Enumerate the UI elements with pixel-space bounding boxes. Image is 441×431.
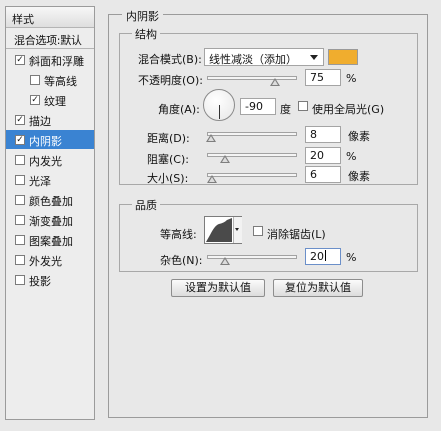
- opacity-slider[interactable]: [207, 76, 297, 80]
- distance-field[interactable]: 8: [305, 126, 341, 143]
- style-item-label: 光泽: [29, 175, 51, 188]
- text-caret: [325, 250, 326, 261]
- distance-slider[interactable]: [207, 132, 297, 136]
- blend-mode-value: 线性减淡（添加）: [209, 53, 297, 66]
- distance-unit: 像素: [348, 130, 370, 143]
- noise-slider-thumb[interactable]: [220, 257, 230, 265]
- opacity-slider-thumb[interactable]: [270, 78, 280, 86]
- distance-slider-thumb[interactable]: [206, 134, 216, 142]
- size-slider-thumb[interactable]: [207, 175, 217, 183]
- angle-field[interactable]: -90: [240, 98, 276, 115]
- style-item[interactable]: 描边: [6, 110, 94, 129]
- style-item-checkbox[interactable]: [15, 55, 25, 65]
- noise-value: 20: [310, 250, 324, 263]
- opacity-field[interactable]: 75: [305, 69, 341, 86]
- noise-unit: %: [346, 251, 357, 264]
- style-item-label: 内发光: [29, 155, 62, 168]
- style-item[interactable]: 等高线: [6, 70, 94, 89]
- chevron-down-icon: [310, 55, 318, 60]
- size-field[interactable]: 6: [305, 166, 341, 183]
- opacity-label: 不透明度(O):: [138, 74, 203, 87]
- noise-label: 杂色(N):: [160, 254, 203, 267]
- global-light-checkbox[interactable]: [298, 101, 308, 111]
- choke-label: 阻塞(C):: [147, 153, 189, 166]
- style-item[interactable]: 斜面和浮雕: [6, 50, 94, 69]
- choke-slider-thumb[interactable]: [220, 155, 230, 163]
- style-item-label: 渐变叠加: [29, 215, 73, 228]
- structure-title: 结构: [132, 26, 160, 42]
- style-item[interactable]: 内发光: [6, 150, 94, 169]
- style-item[interactable]: 投影: [6, 270, 94, 289]
- style-item-checkbox[interactable]: [15, 235, 25, 245]
- quality-title: 品质: [132, 197, 160, 213]
- style-item-label: 描边: [29, 115, 51, 128]
- panel-title: 内阴影: [122, 8, 163, 24]
- style-item-label: 图案叠加: [29, 235, 73, 248]
- style-item[interactable]: 纹理: [6, 90, 94, 109]
- style-item-label: 纹理: [44, 95, 66, 108]
- angle-dial-needle: [219, 105, 220, 119]
- size-unit: 像素: [348, 170, 370, 183]
- antialias-label: 消除锯齿(L): [267, 228, 326, 241]
- shadow-color-swatch[interactable]: [328, 49, 358, 65]
- styles-sidebar: 样式 混合选项:默认 斜面和浮雕等高线纹理描边内阴影内发光光泽颜色叠加渐变叠加图…: [5, 6, 95, 420]
- style-item-checkbox[interactable]: [30, 95, 40, 105]
- style-item[interactable]: 图案叠加: [6, 230, 94, 249]
- style-item[interactable]: 光泽: [6, 170, 94, 189]
- style-item-checkbox[interactable]: [15, 275, 25, 285]
- opacity-unit: %: [346, 72, 357, 85]
- antialias-checkbox[interactable]: [253, 226, 263, 236]
- style-item[interactable]: 内阴影: [6, 130, 94, 149]
- angle-unit: 度: [280, 103, 291, 116]
- chevron-down-icon: [235, 228, 239, 231]
- blend-options-label: 混合选项:默认: [14, 34, 82, 47]
- style-item-label: 内阴影: [29, 135, 62, 148]
- size-label: 大小(S):: [147, 172, 189, 185]
- style-item-label: 颜色叠加: [29, 195, 73, 208]
- style-item-checkbox[interactable]: [15, 255, 25, 265]
- style-item-checkbox[interactable]: [15, 175, 25, 185]
- styles-header: 样式: [6, 7, 94, 28]
- distance-label: 距离(D):: [147, 132, 190, 145]
- styles-header-label: 样式: [12, 13, 34, 26]
- contour-picker[interactable]: [204, 216, 242, 244]
- noise-field[interactable]: 20: [305, 248, 341, 265]
- style-item-checkbox[interactable]: [15, 115, 25, 125]
- blend-mode-label: 混合模式(B):: [138, 53, 202, 66]
- global-light-label: 使用全局光(G): [312, 103, 385, 116]
- style-item[interactable]: 渐变叠加: [6, 210, 94, 229]
- choke-field[interactable]: 20: [305, 147, 341, 164]
- choke-unit: %: [346, 150, 357, 163]
- reset-default-button[interactable]: 复位为默认值: [273, 279, 363, 297]
- size-slider[interactable]: [207, 173, 297, 177]
- make-default-button[interactable]: 设置为默认值: [171, 279, 265, 297]
- style-item-checkbox[interactable]: [15, 155, 25, 165]
- blend-options-default[interactable]: 混合选项:默认: [6, 28, 94, 49]
- contour-label: 等高线:: [160, 228, 197, 241]
- angle-dial[interactable]: [203, 89, 235, 121]
- blend-mode-select[interactable]: 线性减淡（添加）: [204, 48, 324, 66]
- style-item-checkbox[interactable]: [15, 195, 25, 205]
- style-item[interactable]: 外发光: [6, 250, 94, 269]
- style-item[interactable]: 颜色叠加: [6, 190, 94, 209]
- style-item-label: 等高线: [44, 75, 77, 88]
- style-item-checkbox[interactable]: [15, 135, 25, 145]
- angle-label: 角度(A):: [158, 103, 200, 116]
- contour-curve-icon: [206, 218, 232, 242]
- style-item-checkbox[interactable]: [30, 75, 40, 85]
- style-item-label: 投影: [29, 275, 51, 288]
- style-item-checkbox[interactable]: [15, 215, 25, 225]
- style-item-label: 外发光: [29, 255, 62, 268]
- style-item-label: 斜面和浮雕: [29, 55, 84, 68]
